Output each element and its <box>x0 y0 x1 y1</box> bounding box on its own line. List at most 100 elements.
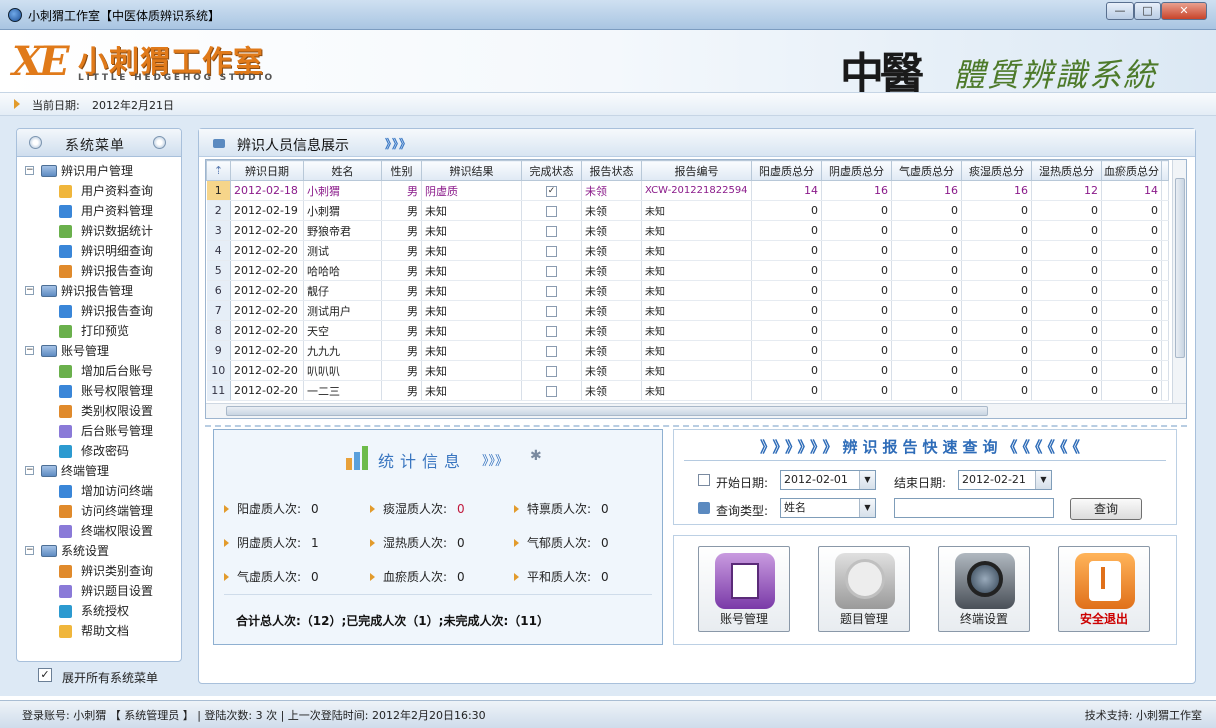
table-row[interactable]: 2 2012-02-19 小刺猬男未知 未领 未知 0 0 0 0 0 0 <box>206 200 1169 221</box>
table-row[interactable]: 8 2012-02-20 天空男未知 未领 未知 0 0 0 0 0 0 <box>206 320 1169 341</box>
sidebar-item[interactable]: 类别权限设置 <box>17 401 181 421</box>
sidebar-item[interactable]: 辨识数据统计 <box>17 221 181 241</box>
column-header[interactable]: 阳虚质总分 <box>751 160 822 181</box>
sidebar-item[interactable]: 后台账号管理 <box>17 421 181 441</box>
completion-checkbox[interactable] <box>546 325 557 337</box>
column-header[interactable]: 痰湿质总分 <box>961 160 1032 181</box>
quick-actions: 账号管理 题目管理 终端设置 安全退出 <box>673 535 1177 645</box>
sidebar-group[interactable]: − 系统设置 <box>17 541 181 561</box>
data-table: ⇡ 辨识日期 姓名 性别 辨识结果 完成状态 报告状态 报告编号 阳虚质总分 阴虚质总分 气虚质总分… <box>206 160 1169 401</box>
scroll-thumb[interactable] <box>1175 178 1185 358</box>
chevron-down-icon[interactable]: ▼ <box>859 499 875 517</box>
data-grid[interactable]: ⇡ 辨识日期 姓名 性别 辨识结果 完成状态 报告状态 报告编号 阳虚质总分 阴虚质总分 气虚质总分… <box>205 159 1187 419</box>
collapse-icon[interactable]: − <box>25 346 34 355</box>
table-row[interactable]: 9 2012-02-20 九九九男未知 未领 未知 0 0 0 0 0 0 <box>206 340 1169 361</box>
sidebar-item[interactable]: 辨识题目设置 <box>17 581 181 601</box>
sidebar-item[interactable]: 账号权限管理 <box>17 381 181 401</box>
column-header[interactable]: 辨识日期 <box>230 160 304 181</box>
sidebar-group[interactable]: − 辨识报告管理 <box>17 281 181 301</box>
chevron-down-icon[interactable]: ▼ <box>859 471 875 489</box>
sidebar-item[interactable]: 打印预览 <box>17 321 181 341</box>
table-row[interactable]: 10 2012-02-20 叭叭叭男未知 未领 未知 0 0 0 0 0 0 <box>206 360 1169 381</box>
table-cell: 0 <box>961 320 1032 341</box>
table-row[interactable]: 11 2012-02-20 一二三男未知 未领 未知 0 0 0 0 0 0 <box>206 380 1169 401</box>
table-cell: 未领 <box>581 360 642 381</box>
search-button[interactable]: 查询 <box>1070 498 1142 520</box>
column-header[interactable]: 性别 <box>381 160 422 181</box>
column-header[interactable]: 气虚质总分 <box>891 160 962 181</box>
table-cell: 0 <box>1101 380 1162 401</box>
sidebar-item[interactable]: 辨识类别查询 <box>17 561 181 581</box>
sidebar-item[interactable]: 增加后台账号 <box>17 361 181 381</box>
completion-checkbox[interactable] <box>546 205 557 217</box>
completion-checkbox[interactable] <box>546 365 557 377</box>
sidebar-group[interactable]: − 辨识用户管理 <box>17 161 181 181</box>
stats-panel: 统计信息 》》》 ✱ 阳虚质人次: 0 痰湿质人次: 0 特禀质人次: 0 阴虚质人次: 1 湿… <box>213 429 663 645</box>
sidebar-item-label: 用户资料管理 <box>81 204 154 218</box>
table-row[interactable]: 6 2012-02-20 靓仔男未知 未领 未知 0 0 0 0 0 0 <box>206 280 1169 301</box>
start-date-value: 2012-02-01 <box>784 473 848 486</box>
sidebar-group[interactable]: − 账号管理 <box>17 341 181 361</box>
sidebar-item[interactable]: 辨识报告查询 <box>17 261 181 281</box>
column-header[interactable]: 报告编号 <box>641 160 752 181</box>
column-header[interactable]: 辨识结果 <box>421 160 522 181</box>
stat-value: 0 <box>311 570 319 584</box>
menu-tree: − 辨识用户管理 用户资料查询 用户资料管理 辨识数据统计 辨识明细查询 辨识报告查询 − 辨识… <box>17 157 181 641</box>
sidebar-item[interactable]: 用户资料查询 <box>17 181 181 201</box>
column-header[interactable]: 湿热质总分 <box>1031 160 1102 181</box>
end-date-picker[interactable]: 2012-02-21 ▼ <box>958 470 1052 490</box>
sidebar-item[interactable]: 修改密码 <box>17 441 181 461</box>
sidebar-item[interactable]: 帮助文档 <box>17 621 181 641</box>
sidebar-item[interactable]: 用户资料管理 <box>17 201 181 221</box>
collapse-icon[interactable]: − <box>25 286 34 295</box>
completion-checkbox[interactable] <box>546 345 557 357</box>
completion-checkbox[interactable]: ✓ <box>546 185 557 197</box>
table-cell: 未领 <box>581 200 642 221</box>
maximize-button[interactable]: □ <box>1134 2 1161 20</box>
column-header[interactable]: 阴虚质总分 <box>821 160 892 181</box>
table-row[interactable]: 5 2012-02-20 哈哈哈男未知 未领 未知 0 0 0 0 0 0 <box>206 260 1169 281</box>
completion-checkbox[interactable] <box>546 285 557 297</box>
column-header[interactable]: 血瘀质总分 <box>1101 160 1162 181</box>
exit-button[interactable]: 安全退出 <box>1058 546 1150 632</box>
collapse-icon[interactable]: − <box>25 166 34 175</box>
account-manage-button[interactable]: 账号管理 <box>698 546 790 632</box>
sidebar-group[interactable]: − 终端管理 <box>17 461 181 481</box>
sidebar-item[interactable]: 系统授权 <box>17 601 181 621</box>
table-row[interactable]: 1 2012-02-18 小刺猬男阴虚质 ✓ 未领 XCW-201221822594 14 1… <box>206 180 1169 201</box>
question-manage-button[interactable]: 题目管理 <box>818 546 910 632</box>
completion-cell <box>521 240 582 261</box>
column-header[interactable]: 报告状态 <box>581 160 642 181</box>
expand-all-checkbox[interactable]: ✓ <box>38 668 52 682</box>
collapse-icon[interactable]: − <box>25 466 34 475</box>
collapse-icon[interactable]: − <box>25 546 34 555</box>
query-type-select[interactable]: 姓名 ▼ <box>780 498 876 518</box>
completion-checkbox[interactable] <box>546 225 557 237</box>
search-input[interactable] <box>894 498 1054 518</box>
terminal-settings-button[interactable]: 终端设置 <box>938 546 1030 632</box>
vertical-scrollbar[interactable] <box>1172 160 1186 403</box>
completion-checkbox[interactable] <box>546 265 557 277</box>
start-date-picker[interactable]: 2012-02-01 ▼ <box>780 470 876 490</box>
corner-icon[interactable]: ⇡ <box>206 160 231 181</box>
completion-checkbox[interactable] <box>546 305 557 317</box>
close-button[interactable]: ✕ <box>1161 2 1207 20</box>
horizontal-scrollbar[interactable] <box>206 403 1186 418</box>
table-cell: 0 <box>821 380 892 401</box>
minimize-button[interactable]: — <box>1106 2 1134 20</box>
column-header[interactable]: 姓名 <box>303 160 382 181</box>
completion-checkbox[interactable] <box>546 245 557 257</box>
chevron-down-icon[interactable]: ▼ <box>1035 471 1051 489</box>
sidebar-item[interactable]: 辨识报告查询 <box>17 301 181 321</box>
sidebar-item[interactable]: 辨识明细查询 <box>17 241 181 261</box>
table-row[interactable]: 7 2012-02-20 测试用户男未知 未领 未知 0 0 0 0 0 0 <box>206 300 1169 321</box>
column-header[interactable]: 完成状态 <box>521 160 582 181</box>
completion-checkbox[interactable] <box>546 385 557 397</box>
sidebar-item[interactable]: 终端权限设置 <box>17 521 181 541</box>
table-row[interactable]: 4 2012-02-20 测试男未知 未领 未知 0 0 0 0 0 0 <box>206 240 1169 261</box>
sidebar-item[interactable]: 访问终端管理 <box>17 501 181 521</box>
folder-icon <box>41 465 57 477</box>
sidebar-item[interactable]: 增加访问终端 <box>17 481 181 501</box>
scroll-thumb[interactable] <box>226 406 988 416</box>
table-row[interactable]: 3 2012-02-20 野狼帝君男未知 未领 未知 0 0 0 0 0 0 <box>206 220 1169 241</box>
